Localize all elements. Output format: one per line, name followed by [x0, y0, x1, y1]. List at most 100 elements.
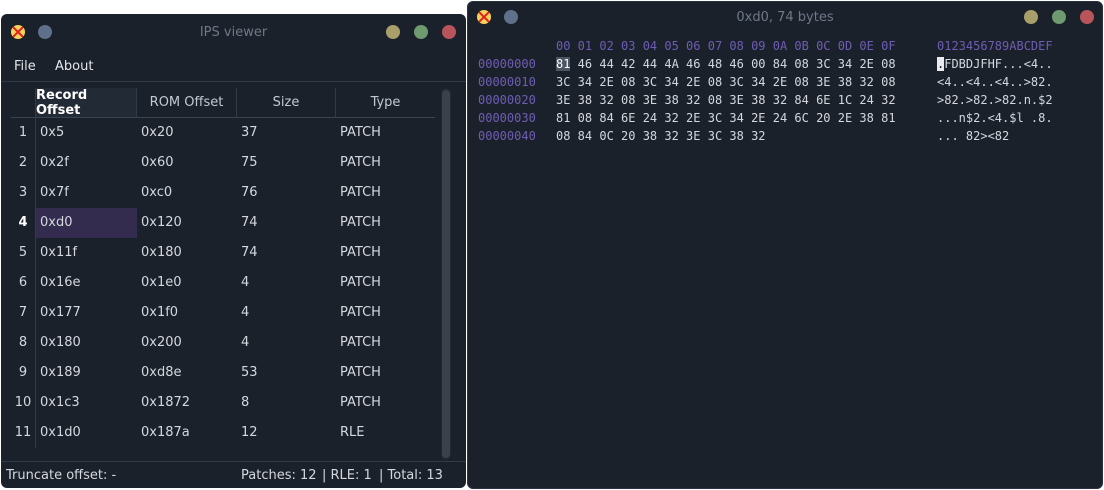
cell-rom-offset[interactable]: 0x187a: [137, 418, 237, 448]
hex-bytes-text: 08 84 0C 20 38 32 3E 3C 38 32: [556, 129, 766, 143]
cell-rom-offset[interactable]: 0x200: [137, 328, 237, 358]
hex-bytes[interactable]: 81 46 44 42 44 4A 46 48 46 00 84 08 3C 3…: [556, 55, 896, 73]
corner-header: [11, 88, 36, 118]
hex-bytes[interactable]: 08 84 0C 20 38 32 3E 3C 38 32: [556, 127, 766, 145]
row-number[interactable]: 3: [11, 178, 36, 208]
cell-rom-offset[interactable]: 0xc0: [137, 178, 237, 208]
column-header-rom-offset[interactable]: ROM Offset: [137, 88, 237, 118]
ascii-text[interactable]: .FDBDJFHF...<4..: [937, 55, 1053, 73]
cell-size[interactable]: 53: [237, 358, 336, 388]
table-row[interactable]: 9 0x189 0xd8e 53 PATCH: [11, 358, 435, 388]
cell-record-offset[interactable]: 0x177: [36, 298, 137, 328]
ascii-text[interactable]: <4..<4..<4..>82.: [937, 73, 1053, 91]
cell-size[interactable]: 12: [237, 418, 336, 448]
cell-record-offset[interactable]: 0xd0: [36, 208, 137, 238]
cell-rom-offset[interactable]: 0x120: [137, 208, 237, 238]
cell-record-offset[interactable]: 0x5: [36, 118, 137, 148]
cell-record-offset[interactable]: 0x2f: [36, 148, 137, 178]
cell-size[interactable]: 37: [237, 118, 336, 148]
row-number[interactable]: 8: [11, 328, 36, 358]
table-row[interactable]: 11 0x1d0 0x187a 12 RLE: [11, 418, 435, 448]
row-number[interactable]: 1: [11, 118, 36, 148]
column-header-type[interactable]: Type: [336, 88, 435, 118]
cell-type[interactable]: PATCH: [336, 148, 435, 178]
cell-type[interactable]: PATCH: [336, 268, 435, 298]
table-row[interactable]: 1 0x5 0x20 37 PATCH: [11, 118, 435, 148]
cell-rom-offset[interactable]: 0xd8e: [137, 358, 237, 388]
cell-record-offset[interactable]: 0x7f: [36, 178, 137, 208]
cell-size[interactable]: 4: [237, 328, 336, 358]
table-row[interactable]: 6 0x16e 0x1e0 4 PATCH: [11, 268, 435, 298]
table-row[interactable]: 2 0x2f 0x60 75 PATCH: [11, 148, 435, 178]
cell-rom-offset[interactable]: 0x20: [137, 118, 237, 148]
cell-size[interactable]: 4: [237, 268, 336, 298]
scrollbar-handle[interactable]: [442, 90, 450, 458]
ascii-text[interactable]: >82.>82.>82.n.$2: [937, 91, 1053, 109]
column-header-size[interactable]: Size: [237, 88, 336, 118]
cell-size[interactable]: 74: [237, 238, 336, 268]
patches-count: Patches: 12: [241, 468, 317, 483]
ips-viewer-window: IPS viewer File About Record Offset ROM …: [1, 14, 466, 488]
table-row[interactable]: 5 0x11f 0x180 74 PATCH: [11, 238, 435, 268]
ascii-text[interactable]: ...n$2.<4.$l .8.: [937, 109, 1053, 127]
menu-file[interactable]: File: [14, 59, 36, 74]
ascii-text-content: FDBDJFHF...<4..: [944, 57, 1053, 71]
cell-type[interactable]: PATCH: [336, 358, 435, 388]
cell-type[interactable]: PATCH: [336, 328, 435, 358]
hex-address: 00000020: [478, 93, 536, 107]
quit-icon[interactable]: [1080, 10, 1094, 24]
minimize-icon[interactable]: [1024, 10, 1038, 24]
cell-size[interactable]: 75: [237, 148, 336, 178]
table-row[interactable]: 7 0x177 0x1f0 4 PATCH: [11, 298, 435, 328]
cell-record-offset[interactable]: 0x1c3: [36, 388, 137, 418]
cell-type[interactable]: PATCH: [336, 208, 435, 238]
cell-size[interactable]: 4: [237, 298, 336, 328]
cell-rom-offset[interactable]: 0x60: [137, 148, 237, 178]
ascii-column-header: 0123456789ABCDEF: [937, 39, 1053, 53]
table-row[interactable]: 4 0xd0 0x120 74 PATCH: [11, 208, 435, 238]
row-number[interactable]: 7: [11, 298, 36, 328]
cell-rom-offset[interactable]: 0x1872: [137, 388, 237, 418]
row-number[interactable]: 11: [11, 418, 36, 448]
cell-type[interactable]: RLE: [336, 418, 435, 448]
menu-about[interactable]: About: [55, 59, 93, 74]
hex-bytes[interactable]: 3E 38 32 08 3E 38 32 08 3E 38 32 84 6E 1…: [556, 91, 896, 109]
hex-address: 00000000: [478, 57, 536, 71]
cell-record-offset[interactable]: 0x180: [36, 328, 137, 358]
row-number[interactable]: 2: [11, 148, 36, 178]
hex-bytes[interactable]: 81 08 84 6E 24 32 2E 3C 34 2E 24 6C 20 2…: [556, 109, 896, 127]
cell-type[interactable]: PATCH: [336, 118, 435, 148]
cell-record-offset[interactable]: 0x1d0: [36, 418, 137, 448]
minimize-icon[interactable]: [386, 25, 400, 39]
quit-icon[interactable]: [442, 25, 456, 39]
cell-type[interactable]: PATCH: [336, 388, 435, 418]
cell-type[interactable]: PATCH: [336, 178, 435, 208]
cell-rom-offset[interactable]: 0x1e0: [137, 268, 237, 298]
row-number[interactable]: 10: [11, 388, 36, 418]
cell-size[interactable]: 74: [237, 208, 336, 238]
row-number[interactable]: 4: [11, 208, 36, 238]
ascii-text-content: ...n$2.<4.$l .8.: [937, 111, 1053, 125]
selected-byte[interactable]: 81: [556, 57, 571, 71]
hex-address: 00000010: [478, 75, 536, 89]
hex-bytes[interactable]: 3C 34 2E 08 3C 34 2E 08 3C 34 2E 08 3E 3…: [556, 73, 896, 91]
cell-type[interactable]: PATCH: [336, 238, 435, 268]
cell-size[interactable]: 8: [237, 388, 336, 418]
ascii-text[interactable]: ... 82><82: [937, 127, 1009, 145]
cell-type[interactable]: PATCH: [336, 298, 435, 328]
column-header-record-offset[interactable]: Record Offset: [36, 88, 137, 118]
cell-record-offset[interactable]: 0x16e: [36, 268, 137, 298]
table-row[interactable]: 10 0x1c3 0x1872 8 PATCH: [11, 388, 435, 418]
table-row[interactable]: 3 0x7f 0xc0 76 PATCH: [11, 178, 435, 208]
row-number[interactable]: 6: [11, 268, 36, 298]
maximize-icon[interactable]: [414, 25, 428, 39]
row-number[interactable]: 9: [11, 358, 36, 388]
cell-record-offset[interactable]: 0x11f: [36, 238, 137, 268]
cell-record-offset[interactable]: 0x189: [36, 358, 137, 388]
maximize-icon[interactable]: [1052, 10, 1066, 24]
row-number[interactable]: 5: [11, 238, 36, 268]
cell-size[interactable]: 76: [237, 178, 336, 208]
cell-rom-offset[interactable]: 0x180: [137, 238, 237, 268]
cell-rom-offset[interactable]: 0x1f0: [137, 298, 237, 328]
table-row[interactable]: 8 0x180 0x200 4 PATCH: [11, 328, 435, 358]
